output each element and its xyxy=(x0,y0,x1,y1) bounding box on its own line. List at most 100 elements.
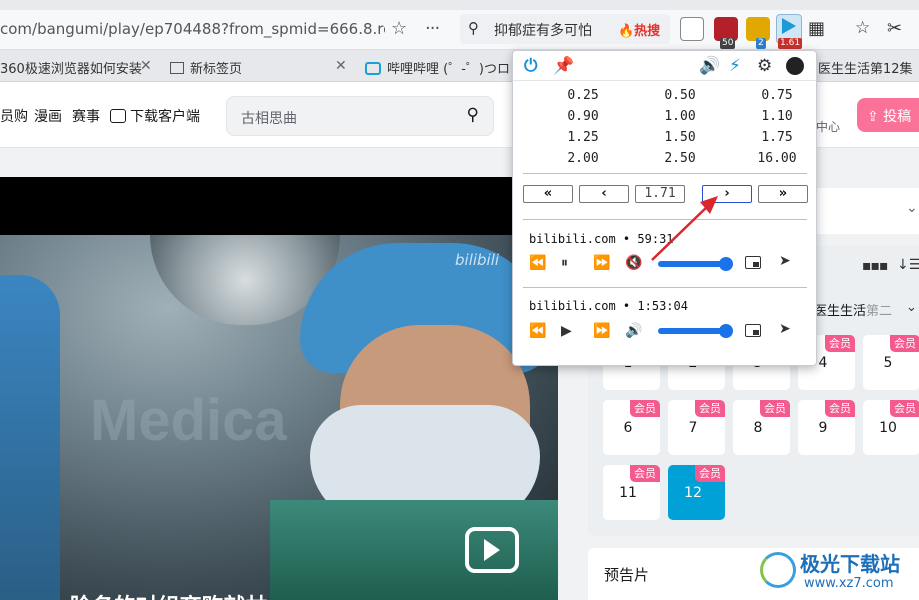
pause-icon[interactable]: ⏸ xyxy=(561,255,568,271)
speed-preset[interactable]: 0.25 xyxy=(538,88,628,103)
episode-item[interactable]: 9 会员 xyxy=(798,400,855,455)
speed-preset[interactable]: 1.10 xyxy=(732,109,822,124)
speed-preset[interactable]: 0.90 xyxy=(538,109,628,124)
fast-forward-icon[interactable]: ⏩ xyxy=(593,255,610,271)
episode-item[interactable]: 5 会员 xyxy=(863,335,919,390)
season-label: 医生生活 xyxy=(814,304,867,319)
episode-item[interactable]: 10 会员 xyxy=(863,400,919,455)
fast-forward-icon[interactable]: ⏩ xyxy=(593,323,610,339)
vip-badge: 会员 xyxy=(825,335,855,352)
nav-manga[interactable]: 漫画 xyxy=(34,106,62,126)
speed-preset[interactable]: 2.50 xyxy=(635,151,725,166)
episode-item[interactable]: 8 会员 xyxy=(733,400,790,455)
speed-prev-button[interactable]: ‹ xyxy=(579,185,629,203)
site-search-placeholder: 古相思曲 xyxy=(241,111,297,127)
download-icon xyxy=(110,109,126,123)
mute-icon[interactable]: 🔇 xyxy=(625,255,642,271)
picture-in-picture-icon[interactable] xyxy=(745,324,761,337)
scissors-icon[interactable]: ✂ xyxy=(887,18,911,42)
speed-preset[interactable]: 1.50 xyxy=(635,130,725,145)
nav-shop[interactable]: 员购 xyxy=(0,106,28,126)
close-icon[interactable]: ✕ xyxy=(140,58,152,74)
favorites-icon[interactable]: ☆ xyxy=(855,18,879,42)
chevron-down-icon[interactable]: ⌄ xyxy=(906,200,918,216)
github-icon[interactable] xyxy=(786,57,804,75)
episode-item[interactable]: 6 会员 xyxy=(603,400,660,455)
cursor-icon[interactable]: ➤ xyxy=(779,321,791,337)
vip-badge: 会员 xyxy=(825,400,855,417)
season-selector[interactable]: 医生生活第二 ⌄ xyxy=(814,300,917,319)
rewind-icon[interactable]: ⏪ xyxy=(529,323,546,339)
annotation-arrow xyxy=(651,196,718,261)
episode-number: 8 xyxy=(753,420,763,436)
site-search-input[interactable]: 古相思曲 ⚲ xyxy=(226,96,494,136)
lightning-icon[interactable]: ⚡ xyxy=(729,56,741,76)
vip-badge: 会员 xyxy=(630,465,660,482)
upload-icon: ⇪ xyxy=(867,109,884,125)
picture-in-picture-icon[interactable] xyxy=(745,256,761,269)
address-bar[interactable]: com/bangumi/play/ep704488?from_spmid=666… xyxy=(0,20,385,38)
episode-item[interactable]: 11 会员 xyxy=(603,465,660,520)
close-icon[interactable]: ✕ xyxy=(335,58,347,74)
video-subtitle: __ 脸名的对组商购就林 xyxy=(40,589,268,600)
volume-knob-2[interactable] xyxy=(719,324,733,338)
speed-preset[interactable]: 0.50 xyxy=(635,88,725,103)
pin-icon[interactable]: 📌 xyxy=(553,56,574,76)
tab-label: 新标签页 xyxy=(190,62,243,77)
speed-preset[interactable]: 0.75 xyxy=(732,88,822,103)
vip-badge: 会员 xyxy=(695,465,725,482)
tab-doctor-life[interactable]: 医生生活第12集 xyxy=(818,50,919,82)
speed-last-button[interactable]: » xyxy=(758,185,808,203)
tab-label: 哔哩哔哩 (゜-゜)つロ 干 xyxy=(387,62,515,77)
rewind-icon[interactable]: ⏪ xyxy=(529,255,546,271)
media-2-time: 1:53:04 xyxy=(637,299,688,313)
speed-preset[interactable]: 1.75 xyxy=(732,130,822,145)
page-icon xyxy=(170,62,184,74)
episode-item[interactable]: 7 会员 xyxy=(668,400,725,455)
speed-preset[interactable]: 16.00 xyxy=(732,151,822,166)
hot-search-label[interactable]: 🔥热搜 xyxy=(618,20,660,39)
tab-new-tab[interactable]: 新标签页 ✕ xyxy=(170,50,355,82)
tab-bilibili[interactable]: 哔哩哔哩 (゜-゜)つロ 干 xyxy=(365,50,515,82)
apps-grid-icon[interactable]: ▦ xyxy=(808,18,832,42)
cursor-icon[interactable]: ➤ xyxy=(779,253,791,269)
nav-download-label: 下载客户端 xyxy=(130,109,200,125)
video-player[interactable]: Medica bilibili __ 脸名的对组商购就林 xyxy=(0,177,558,600)
media-1-site: bilibili.com xyxy=(529,232,616,246)
episode-number: 6 xyxy=(623,420,633,436)
vip-badge: 会员 xyxy=(890,400,919,417)
search-icon[interactable]: ⚲ xyxy=(467,105,479,125)
sort-icon[interactable]: ↓☰ xyxy=(897,257,919,273)
speed-preset[interactable]: 1.25 xyxy=(538,130,628,145)
episode-number: 12 xyxy=(684,485,702,501)
more-icon[interactable]: ··· xyxy=(425,18,440,39)
nav-download[interactable]: 下载客户端 xyxy=(110,106,200,126)
divider xyxy=(523,287,807,288)
tab-label: 360极速浏览器如何安装 xyxy=(0,62,142,77)
episode-item[interactable]: 12 会员 xyxy=(668,465,725,520)
play-icon[interactable]: ▶ xyxy=(561,323,572,339)
vip-badge: 会员 xyxy=(890,335,919,352)
upload-button[interactable]: ⇪ 投稿 xyxy=(857,98,919,132)
speed-preset[interactable]: 1.00 xyxy=(635,109,725,124)
reader-extension-icon[interactable] xyxy=(680,17,704,41)
logo-url: www.xz7.com xyxy=(804,576,894,591)
bookmark-star-icon[interactable]: ☆ xyxy=(391,18,407,39)
bilibili-tv-icon xyxy=(365,62,381,75)
tab-label: 医生生活第12集 xyxy=(818,62,913,77)
volume-icon[interactable]: 🔊 xyxy=(699,56,720,76)
preview-title: 预告片 xyxy=(604,566,650,584)
episode-number: 7 xyxy=(688,420,698,436)
tab-360-browser[interactable]: 360极速浏览器如何安装 ✕ xyxy=(0,50,160,82)
browser-search-query: 抑郁症有多可怕 xyxy=(494,23,592,39)
episode-number: 5 xyxy=(883,355,893,371)
speed-preset[interactable]: 2.00 xyxy=(538,151,628,166)
grid-view-icon[interactable]: ▪▪▪ xyxy=(862,258,888,274)
speed-first-button[interactable]: « xyxy=(523,185,573,203)
gear-icon[interactable]: ⚙ xyxy=(757,56,772,76)
volume-icon[interactable]: 🔊 xyxy=(625,323,642,339)
power-icon[interactable]: ⏻ xyxy=(524,56,537,76)
nav-esports[interactable]: 赛事 xyxy=(72,106,100,126)
browser-search-box[interactable]: ⚲ 抑郁症有多可怕 🔥热搜 xyxy=(460,14,670,44)
search-icon: ⚲ xyxy=(468,19,479,37)
